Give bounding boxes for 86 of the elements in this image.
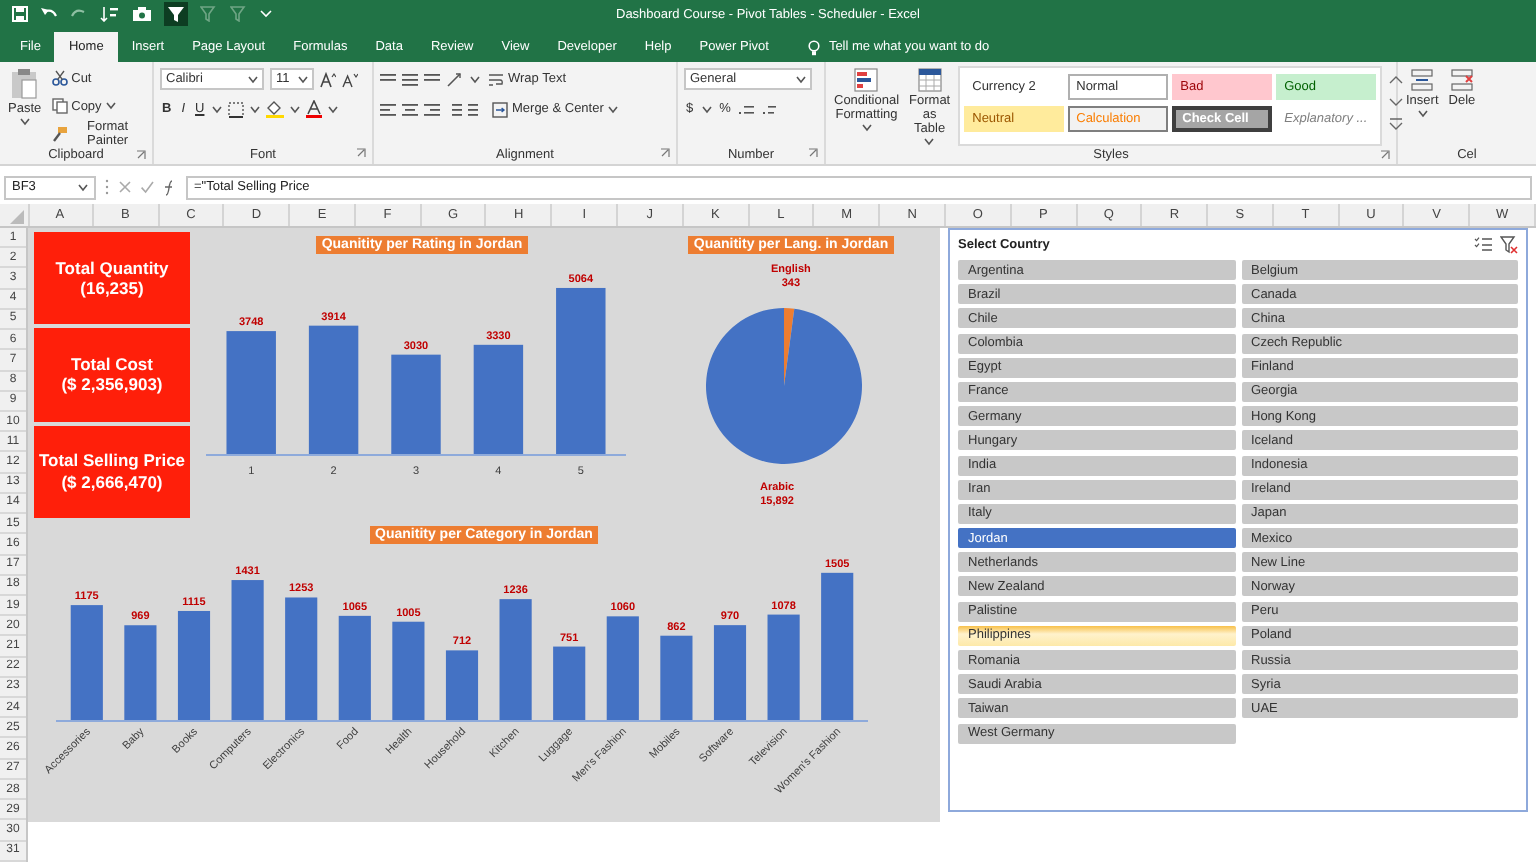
bar [713,625,747,720]
merge-center-icon [492,101,508,117]
bar [473,344,524,454]
kpi-value: (16,235) [80,278,144,300]
align-right-icon[interactable] [424,101,440,117]
bar [308,325,359,454]
dialog-launcher-icon[interactable] [356,148,366,158]
bar [392,621,425,720]
bar [124,625,157,720]
fill-color-icon[interactable] [266,100,285,118]
bar [445,650,479,720]
lightbulb-icon [808,39,821,55]
kpi-title: Total Quantity [55,257,169,279]
caret-icon[interactable] [1417,110,1428,118]
camera-icon[interactable] [132,6,152,22]
dialog-launcher-icon[interactable] [1380,150,1390,160]
bar [70,605,103,720]
table-icon [917,68,942,92]
decrease-decimal-icon[interactable] [762,101,781,117]
scissors-icon [51,70,68,86]
caret-icon[interactable] [470,75,480,83]
bar [606,616,639,720]
wrap-text-icon [488,71,504,87]
filter-icon[interactable] [164,2,188,26]
bar [499,599,532,720]
bar [553,646,586,720]
align-center-icon[interactable] [402,101,418,117]
middle-align-icon[interactable] [402,71,418,87]
caret-icon[interactable] [105,102,116,110]
decrease-font-size-icon[interactable] [342,71,358,87]
kpi-value: ($ 2,356,903) [61,374,163,397]
redo-icon[interactable] [70,6,88,22]
increase-indent-icon[interactable] [468,101,484,117]
caret-icon[interactable] [298,75,308,83]
top-align-icon[interactable] [380,71,396,87]
check-icon[interactable] [140,180,154,194]
insert-cells-icon [1410,68,1435,92]
font-color-icon[interactable] [306,100,323,118]
caret-icon[interactable] [924,138,935,146]
increase-decimal-icon[interactable] [738,101,757,117]
bar [338,615,371,720]
clipboard-icon [10,68,39,100]
paintbrush-icon [51,126,68,142]
customize-caret-icon[interactable] [260,10,272,18]
caret-icon[interactable] [328,105,339,113]
caret-icon[interactable] [796,75,806,83]
caret-icon[interactable] [19,118,30,126]
bar [285,597,318,720]
sort-icon[interactable] [100,6,120,22]
multi-select-icon[interactable] [1474,236,1492,252]
bar [391,354,441,454]
caret-icon[interactable] [248,75,258,83]
save-icon[interactable] [12,6,28,22]
clear-filter-icon[interactable] [1500,235,1518,253]
bar [177,610,211,720]
orientation-icon[interactable] [446,71,464,87]
bar [660,635,693,720]
caret-icon[interactable] [290,105,301,113]
caret-icon[interactable] [861,124,872,132]
decrease-indent-icon[interactable] [446,101,462,117]
dialog-launcher-icon[interactable] [808,148,818,158]
bar [226,331,276,454]
bar [767,614,800,720]
gallery-down-icon[interactable] [1388,94,1405,110]
dialog-launcher-icon[interactable] [660,148,670,158]
borders-icon[interactable] [228,101,245,117]
copy-icon [51,98,68,114]
dialog-launcher-icon[interactable] [136,150,146,160]
caret-icon[interactable] [78,183,88,191]
caret-icon[interactable] [250,105,261,113]
kpi-title: Total Selling Price [38,450,186,472]
bar [231,580,264,720]
caret-icon[interactable] [607,105,618,113]
gallery-more-icon[interactable] [1388,116,1405,132]
kpi-title: Total Cost [71,353,153,375]
bottom-align-icon[interactable] [424,71,440,87]
delete-cells-icon [1449,68,1474,92]
caret-icon[interactable] [701,105,712,113]
gallery-up-icon[interactable] [1388,72,1405,88]
caret-icon[interactable] [212,105,223,113]
increase-font-size-icon[interactable] [320,71,336,87]
function-icon[interactable] [162,179,178,195]
table-bars-icon [854,68,879,92]
undo-icon[interactable] [40,6,58,22]
align-left-icon[interactable] [380,101,396,117]
kpi-value: ($ 2,666,470) [61,471,163,493]
